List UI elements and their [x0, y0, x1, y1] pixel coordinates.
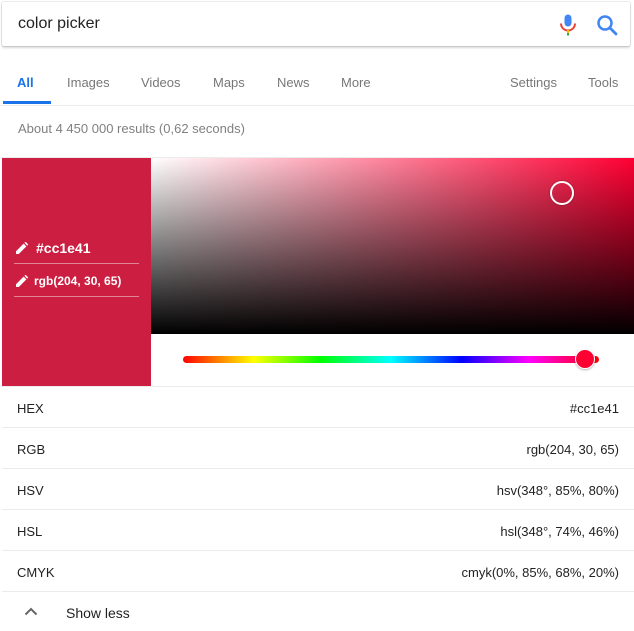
- color-format-table: HEX #cc1e41 RGB rgb(204, 30, 65) HSV hsv…: [2, 386, 634, 591]
- show-less-label[interactable]: Show less: [66, 605, 130, 621]
- active-tab-indicator: [3, 101, 51, 104]
- tab-videos[interactable]: Videos: [141, 75, 181, 90]
- format-value: hsv(348°, 85%, 80%): [496, 483, 619, 498]
- search-icon[interactable]: [596, 14, 618, 36]
- tab-news[interactable]: News: [277, 75, 310, 90]
- mic-icon[interactable]: [558, 14, 578, 36]
- format-value: cmyk(0%, 85%, 68%, 20%): [461, 565, 619, 580]
- chevron-up-icon[interactable]: [24, 606, 38, 616]
- rgb-value-label[interactable]: rgb(204, 30, 65): [34, 274, 121, 288]
- saturation-handle[interactable]: [549, 181, 574, 206]
- format-name: HEX: [17, 401, 44, 416]
- format-value: hsl(348°, 74%, 46%): [500, 524, 619, 539]
- tab-more[interactable]: More: [341, 75, 371, 90]
- hex-value-label[interactable]: #cc1e41: [36, 240, 91, 256]
- format-row-rgb: RGB rgb(204, 30, 65): [2, 427, 634, 468]
- pencil-icon[interactable]: [16, 275, 28, 287]
- format-value: rgb(204, 30, 65): [526, 442, 619, 457]
- pencil-icon[interactable]: [16, 242, 28, 254]
- format-row-hsv: HSV hsv(348°, 85%, 80%): [2, 468, 634, 509]
- search-tabs: All Images Videos Maps News More Setting…: [0, 46, 634, 106]
- hue-slider-handle[interactable]: [575, 349, 596, 369]
- hue-slider[interactable]: [183, 349, 599, 369]
- format-name: CMYK: [17, 565, 55, 580]
- tab-tools[interactable]: Tools: [588, 75, 618, 90]
- hex-edit-field[interactable]: #cc1e41: [14, 232, 139, 264]
- format-row-hex: HEX #cc1e41: [2, 386, 634, 427]
- show-less-button[interactable]: Show less: [2, 591, 634, 631]
- tab-settings[interactable]: Settings: [510, 75, 557, 90]
- result-stats: About 4 450 000 results (0,62 seconds): [18, 121, 245, 136]
- search-box[interactable]: color picker: [2, 2, 630, 46]
- format-name: HSL: [17, 524, 43, 539]
- rgb-edit-field[interactable]: rgb(204, 30, 65): [14, 265, 139, 297]
- tab-all[interactable]: All: [17, 75, 34, 90]
- saturation-value-area[interactable]: [151, 158, 634, 334]
- format-name: RGB: [17, 442, 46, 457]
- format-value: #cc1e41: [569, 401, 619, 416]
- search-input[interactable]: color picker: [18, 15, 100, 33]
- format-row-cmyk: CMYK cmyk(0%, 85%, 68%, 20%): [2, 550, 634, 591]
- tab-images[interactable]: Images: [67, 75, 110, 90]
- color-picker: #cc1e41 rgb(204, 30, 65): [2, 157, 634, 387]
- format-row-hsl: HSL hsl(348°, 74%, 46%): [2, 509, 634, 550]
- format-name: HSV: [17, 483, 44, 498]
- tab-maps[interactable]: Maps: [213, 75, 245, 90]
- color-swatch: #cc1e41 rgb(204, 30, 65): [2, 158, 151, 387]
